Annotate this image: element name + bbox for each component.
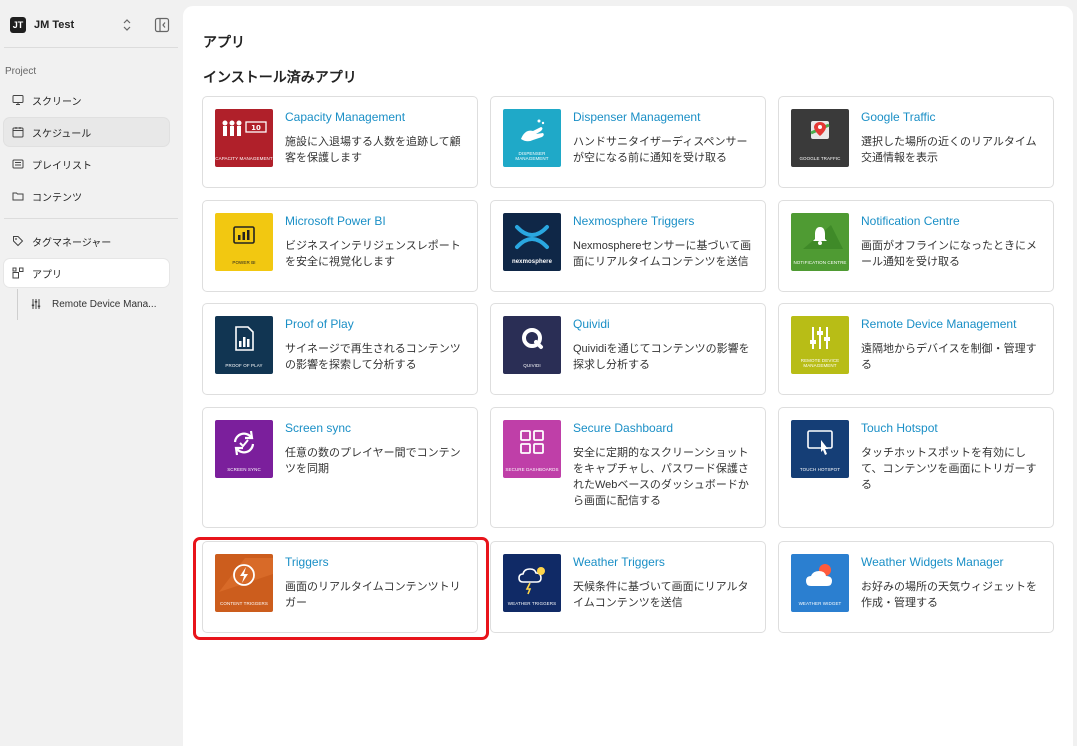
app-description: 安全に定期的なスクリーンショットをキャプチャし、パスワード保護されたWebベース… xyxy=(573,447,749,507)
quividi-icon: QUIVIDI xyxy=(503,316,561,374)
sidebar-item-schedule[interactable]: スケジュール xyxy=(4,118,169,146)
app-title[interactable]: Dispenser Management xyxy=(573,110,700,124)
app-description: ビジネスインテリジェンスレポートを安全に視覚化します xyxy=(285,240,461,268)
cloud-icon: WEATHER WIDGET xyxy=(791,554,849,612)
app-description: タッチホットスポットを有効にして、コンテンツを画面にトリガーする xyxy=(861,447,1037,491)
app-card-capacity-management[interactable]: 10 CAPACITY MANAGEMENT Capacity Manageme… xyxy=(202,96,478,188)
app-title[interactable]: Screen sync xyxy=(285,421,351,435)
sidebar-item-label: スケジュール xyxy=(32,128,92,140)
lightning-icon: CONTENT TRIGGERS xyxy=(215,554,273,612)
sidebar-item-label: タグマネージャー xyxy=(32,237,112,249)
workspace-switcher[interactable]: JT JM Test xyxy=(10,12,172,38)
app-card-weather-widgets-manager[interactable]: WEATHER WIDGET Weather Widgets Manager お… xyxy=(778,541,1054,633)
monitor-icon xyxy=(12,95,24,105)
sync-icon: SCREEN SYNC xyxy=(215,420,273,478)
dashboard-icon: SECURE DASHBOARDS xyxy=(503,420,561,478)
app-title[interactable]: Secure Dashboard xyxy=(573,421,673,435)
section-label-project: Project xyxy=(5,66,37,77)
app-card-quividi[interactable]: QUIVIDI Quividi Quividiを通じてコンテンツの影響を探求し分… xyxy=(490,303,766,395)
storm-icon: WEATHER TRIGGERS xyxy=(503,554,561,612)
app-card-proof-of-play[interactable]: PROOF OF PLAY Proof of Play サイネージで再生されるコ… xyxy=(202,303,478,395)
app-title[interactable]: Notification Centre xyxy=(861,214,960,228)
app-description: サイネージで再生されるコンテンツの影響を探索して分析する xyxy=(285,343,461,371)
app-description: 施設に入退場する人数を追跡して顧客を保護します xyxy=(285,136,461,164)
main-panel: アプリ インストール済みアプリ 10 CAPACITY MANAGEMENT C… xyxy=(183,6,1073,746)
folder-icon xyxy=(12,192,24,201)
app-title[interactable]: Nexmosphere Triggers xyxy=(573,214,694,228)
app-title[interactable]: Quividi xyxy=(573,317,610,331)
map-pin-icon: GOOGLE TRAFFIC xyxy=(791,109,849,167)
chevron-up-down-icon xyxy=(123,19,131,31)
app-title[interactable]: Microsoft Power BI xyxy=(285,214,386,228)
touch-icon: TOUCH HOTSPOT xyxy=(791,420,849,478)
app-description: 画面のリアルタイムコンテンツトリガー xyxy=(285,581,461,609)
nexmosphere-icon: nexmosphere xyxy=(503,213,561,271)
sidebar-item-content[interactable]: コンテンツ xyxy=(4,182,169,210)
hand-wash-icon: DISPENSER MANAGEMENT xyxy=(503,109,561,167)
app-card-touch-hotspot[interactable]: TOUCH HOTSPOT Touch Hotspot タッチホットスポットを有… xyxy=(778,407,1054,528)
app-description: 遠隔地からデバイスを制御・管理する xyxy=(861,343,1037,371)
app-title[interactable]: Weather Widgets Manager xyxy=(861,555,1004,569)
app-card-nexmosphere-triggers[interactable]: nexmosphere Nexmosphere Triggers Nexmosp… xyxy=(490,200,766,292)
sidebar: JT JM Test Project スクリーン スケジュール プレイリスト コ… xyxy=(0,0,182,746)
page-title: アプリ xyxy=(203,34,245,50)
app-title[interactable]: Triggers xyxy=(285,555,329,569)
app-description: Quividiを通じてコンテンツの影響を探求し分析する xyxy=(573,343,750,371)
app-card-dispenser-management[interactable]: DISPENSER MANAGEMENT Dispenser Managemen… xyxy=(490,96,766,188)
playlist-icon xyxy=(12,159,24,169)
sidebar-subitem-label: Remote Device Mana... xyxy=(52,298,157,310)
app-card-weather-triggers[interactable]: WEATHER TRIGGERS Weather Triggers 天候条件に基… xyxy=(490,541,766,633)
sidebar-item-apps[interactable]: アプリ xyxy=(4,259,169,287)
app-card-remote-device-management[interactable]: REMOTE DEVICE MANAGEMENT Remote Device M… xyxy=(778,303,1054,395)
sidebar-divider xyxy=(4,47,178,48)
svg-text:10: 10 xyxy=(251,124,261,132)
report-icon: PROOF OF PLAY xyxy=(215,316,273,374)
app-card-triggers[interactable]: CONTENT TRIGGERS Triggers 画面のリアルタイムコンテンツ… xyxy=(202,541,478,633)
app-card-power-bi[interactable]: POWER BI Microsoft Power BI ビジネスインテリジェンス… xyxy=(202,200,478,292)
sidebar-item-label: スクリーン xyxy=(32,96,82,108)
app-title[interactable]: Capacity Management xyxy=(285,110,405,124)
app-card-notification-centre[interactable]: NOTIFICATION CENTRE Notification Centre … xyxy=(778,200,1054,292)
powerbi-icon: POWER BI xyxy=(215,213,273,271)
sliders-icon xyxy=(31,299,41,309)
sidebar-item-playlists[interactable]: プレイリスト xyxy=(4,150,169,178)
app-title[interactable]: Weather Triggers xyxy=(573,555,665,569)
sidebar-item-screens[interactable]: スクリーン xyxy=(4,86,169,114)
sidebar-item-tag-manager[interactable]: タグマネージャー xyxy=(4,227,169,255)
sidebar-item-label: コンテンツ xyxy=(32,192,82,204)
app-title[interactable]: Google Traffic xyxy=(861,110,935,124)
sub-nav-line xyxy=(17,289,18,320)
people-count-icon: 10 CAPACITY MANAGEMENT xyxy=(215,109,273,167)
workspace-avatar: JT xyxy=(10,17,26,33)
app-description: 任意の数のプレイヤー間でコンテンツを同期 xyxy=(285,447,461,475)
app-card-screen-sync[interactable]: SCREEN SYNC Screen sync 任意の数のプレイヤー間でコンテン… xyxy=(202,407,478,528)
app-title[interactable]: Proof of Play xyxy=(285,317,354,331)
apps-icon xyxy=(12,267,24,279)
sidebar-subitem-remote-device[interactable]: Remote Device Mana... xyxy=(30,292,170,316)
workspace-name: JM Test xyxy=(34,19,75,31)
app-description: Nexmosphereセンサーに基づいて画面にリアルタイムコンテンツを送信 xyxy=(573,240,752,268)
app-title[interactable]: Touch Hotspot xyxy=(861,421,938,435)
sidebar-item-label: プレイリスト xyxy=(32,160,92,172)
app-description: ハンドサニタイザーディスペンサーが空になる前に通知を受け取る xyxy=(573,136,748,164)
sliders-icon: REMOTE DEVICE MANAGEMENT xyxy=(791,316,849,374)
app-title[interactable]: Remote Device Management xyxy=(861,317,1016,331)
app-description: 画面がオフラインになったときにメール通知を受け取る xyxy=(861,240,1037,268)
app-description: 選択した場所の近くのリアルタイム交通情報を表示 xyxy=(861,136,1037,164)
app-description: 天候条件に基づいて画面にリアルタイムコンテンツを送信 xyxy=(573,581,749,609)
sidebar-divider xyxy=(4,218,178,219)
app-card-google-traffic[interactable]: GOOGLE TRAFFIC Google Traffic 選択した場所の近くの… xyxy=(778,96,1054,188)
tag-icon xyxy=(13,236,24,247)
section-title: インストール済みアプリ xyxy=(203,69,357,85)
sidebar-item-label: アプリ xyxy=(32,269,62,281)
calendar-icon xyxy=(12,127,24,138)
sidebar-collapse-icon[interactable] xyxy=(154,17,170,33)
app-card-secure-dashboard[interactable]: SECURE DASHBOARDS Secure Dashboard 安全に定期… xyxy=(490,407,766,528)
bell-icon: NOTIFICATION CENTRE xyxy=(791,213,849,271)
app-description: お好みの場所の天気ウィジェットを作成・管理する xyxy=(861,581,1037,609)
